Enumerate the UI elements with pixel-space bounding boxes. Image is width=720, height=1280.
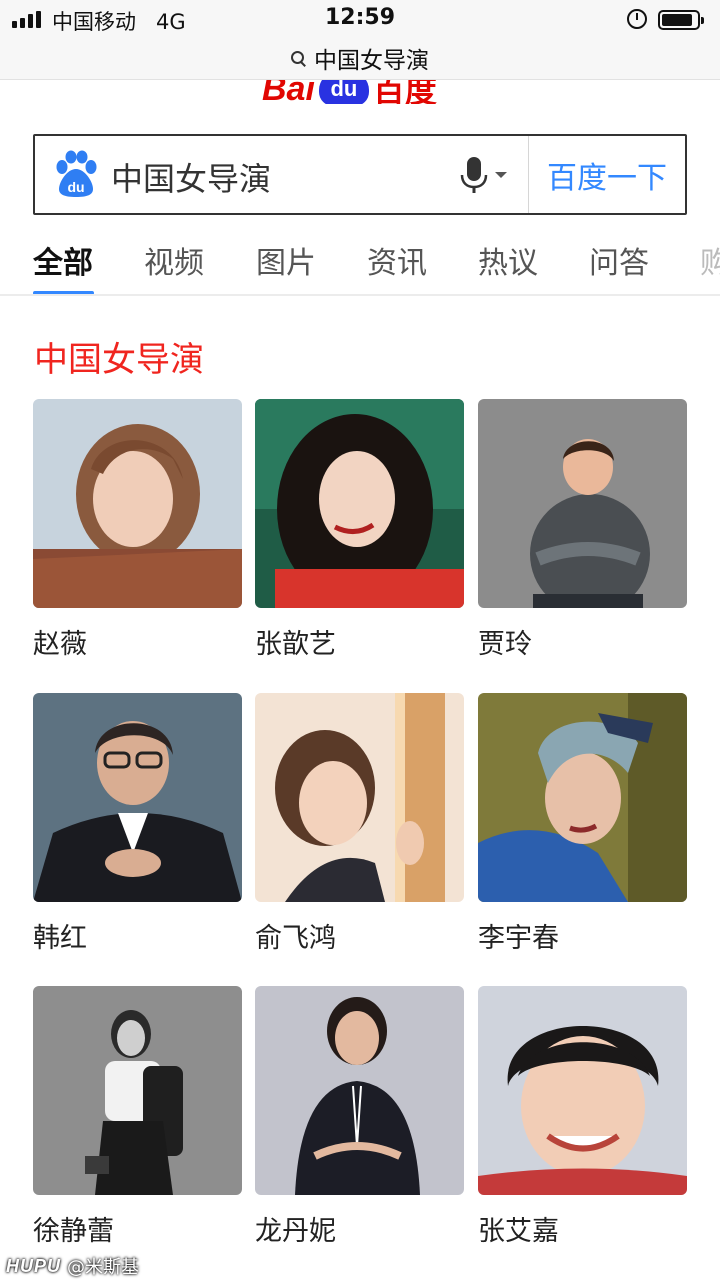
status-bar: 中国移动 4G 12:59 <box>0 0 720 40</box>
watermark-author: @米斯基 <box>67 1257 140 1278</box>
baidu-paw-icon: du <box>56 150 97 197</box>
chevron-down-icon[interactable] <box>495 172 507 178</box>
baidu-logo[interactable]: Bai du 百度 <box>0 80 720 104</box>
tab-discussion[interactable]: 热议 <box>478 238 538 282</box>
search-box: du 中国女导演 百度一下 <box>33 134 687 215</box>
result-tabs: 全部 视频 图片 资讯 热议 问答 购 <box>0 230 720 296</box>
director-name[interactable]: 赵薇 <box>33 622 87 661</box>
address-bar-query[interactable]: 中国女导演 <box>314 41 429 75</box>
director-photo[interactable] <box>33 986 242 1195</box>
tab-shopping[interactable]: 购 <box>700 238 720 282</box>
director-name[interactable]: 贾玲 <box>478 622 532 661</box>
active-tab-indicator <box>33 291 94 294</box>
director-name[interactable]: 徐静蕾 <box>33 1209 114 1248</box>
director-name[interactable]: 俞飞鸿 <box>255 916 336 955</box>
svg-text:du: du <box>67 179 84 195</box>
watermark: HUPU @米斯基 <box>6 1253 139 1279</box>
logo-latin: Bai <box>262 80 315 104</box>
director-photo[interactable] <box>33 399 242 608</box>
tab-news[interactable]: 资讯 <box>367 238 427 282</box>
director-photo[interactable] <box>255 986 464 1195</box>
microphone-icon[interactable] <box>459 156 489 194</box>
logo-chinese: 百度 <box>372 80 437 104</box>
address-bar[interactable]: 中国女导演 <box>0 40 720 80</box>
director-name[interactable]: 张艾嘉 <box>478 1209 559 1248</box>
director-photo[interactable] <box>478 693 687 902</box>
director-photo[interactable] <box>478 399 687 608</box>
tab-all[interactable]: 全部 <box>33 238 93 282</box>
status-time: 12:59 <box>324 5 396 30</box>
tab-video[interactable]: 视频 <box>144 238 204 282</box>
tab-images[interactable]: 图片 <box>256 238 316 282</box>
alarm-icon <box>627 9 647 29</box>
tab-qa[interactable]: 问答 <box>589 238 649 282</box>
director-name[interactable]: 龙丹妮 <box>255 1209 336 1248</box>
battery-icon <box>658 10 704 30</box>
watermark-logo: HUPU <box>6 1255 62 1276</box>
result-title[interactable]: 中国女导演 <box>34 332 204 381</box>
director-name[interactable]: 李宇春 <box>478 916 559 955</box>
director-name[interactable]: 张歆艺 <box>255 622 336 661</box>
search-icon <box>291 50 306 66</box>
logo-badge: du <box>318 80 369 104</box>
director-photo[interactable] <box>478 986 687 1195</box>
search-button[interactable]: 百度一下 <box>529 136 685 213</box>
director-photo[interactable] <box>33 693 242 902</box>
director-photo[interactable] <box>255 399 464 608</box>
director-name[interactable]: 韩红 <box>33 916 87 955</box>
search-input[interactable]: 中国女导演 <box>111 154 271 200</box>
director-photo[interactable] <box>255 693 464 902</box>
